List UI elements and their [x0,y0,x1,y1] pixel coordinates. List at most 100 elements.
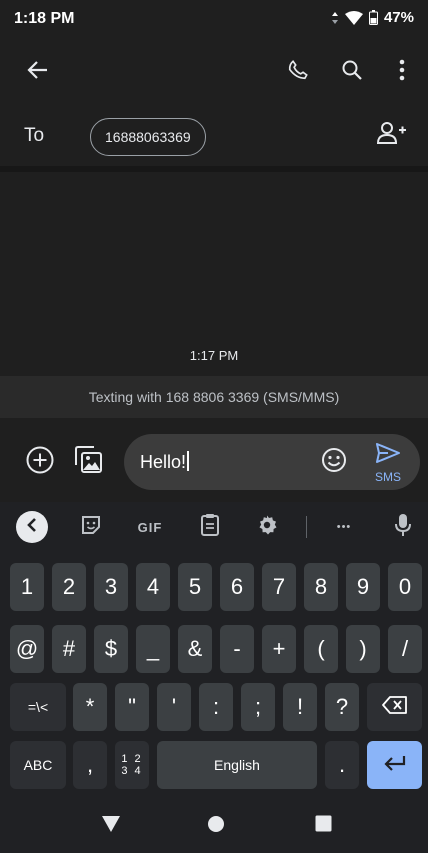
numpad-bottom: 3 4 [121,765,143,777]
enter-key[interactable] [367,741,422,789]
messages-screen: 1:18 PM 47% To 16888063369 1:17 PM Texti… [0,0,428,853]
key-5[interactable]: 5 [178,563,212,611]
numpad-key[interactable]: 1 2 3 4 [115,741,149,789]
more-horiz-icon: ••• [336,521,352,533]
key-dollar[interactable]: $ [94,625,128,673]
toolbar-divider [306,516,307,538]
sticker-button[interactable] [74,510,108,544]
key-2[interactable]: 2 [52,563,86,611]
back-chevron-icon [26,517,38,537]
clipboard-icon [200,513,220,542]
key-1[interactable]: 1 [10,563,44,611]
key-period[interactable]: . [325,741,359,789]
search-button[interactable] [332,52,372,92]
more-options-button[interactable] [382,52,422,92]
keyboard-toolbar: GIF ••• [0,502,428,552]
text-cursor [187,451,189,471]
settings-icon [256,514,278,541]
key-8[interactable]: 8 [304,563,338,611]
space-key[interactable]: English [157,741,317,789]
mic-icon [394,513,412,542]
key-underscore[interactable]: _ [136,625,170,673]
recipient-chip[interactable]: 16888063369 [90,118,206,156]
key-7[interactable]: 7 [262,563,296,611]
send-icon [375,442,401,469]
status-time: 1:18 PM [14,10,75,27]
keyboard-back-button[interactable] [16,511,48,543]
battery-icon [368,10,378,25]
send-sms-button[interactable]: SMS [368,442,408,486]
key-question[interactable]: ? [325,683,359,731]
call-button[interactable] [278,52,318,92]
key-6[interactable]: 6 [220,563,254,611]
sticker-icon [80,514,102,541]
key-semicolon[interactable]: ; [241,683,275,731]
add-circle-icon [25,445,55,480]
clipboard-button[interactable] [193,510,227,544]
message-timestamp: 1:17 PM [189,348,239,363]
voice-input-button[interactable] [386,510,420,544]
nav-back-button[interactable] [98,813,124,839]
texting-with-banner: Texting with 168 8806 3369 (SMS/MMS) [0,376,428,418]
app-bar [0,40,428,104]
key-ampersand[interactable]: & [178,625,212,673]
keyboard-settings-button[interactable] [250,510,284,544]
key-double-quote[interactable]: " [115,683,149,731]
message-value: Hello! [140,452,187,472]
search-icon [341,59,363,86]
key-close-paren[interactable]: ) [346,625,380,673]
wifi-icon [344,10,363,25]
key-slash[interactable]: / [388,625,422,673]
recipient-row: To 16888063369 [0,104,428,166]
back-arrow-icon [27,59,49,86]
status-bar: 1:18 PM 47% [0,0,428,40]
more-vert-icon [399,59,405,86]
backspace-icon [381,694,408,720]
gif-icon: GIF [137,519,163,535]
battery-percent: 47% [383,9,414,26]
key-minus[interactable]: - [220,625,254,673]
gif-button[interactable]: GIF [130,510,170,544]
data-arrows-icon [331,11,339,24]
key-4[interactable]: 4 [136,563,170,611]
key-hash[interactable]: # [52,625,86,673]
gallery-icon [73,445,103,480]
key-open-paren[interactable]: ( [304,625,338,673]
key-asterisk[interactable]: * [73,683,107,731]
nav-recents-button[interactable] [310,813,336,839]
status-icons: 47% [331,9,414,26]
back-button[interactable] [18,52,58,92]
home-circle-icon [207,815,225,838]
conversation-area: 1:17 PM [0,172,428,376]
key-more-symbols[interactable]: =\< [10,683,66,731]
numpad-top: 1 2 [121,753,143,765]
more-tools-button[interactable]: ••• [324,510,364,544]
key-0[interactable]: 0 [388,563,422,611]
key-exclamation[interactable]: ! [283,683,317,731]
add-person-icon [376,121,407,150]
backspace-key[interactable] [367,683,422,731]
key-3[interactable]: 3 [94,563,128,611]
emoji-icon [321,447,347,478]
message-text: Hello! [140,451,189,473]
back-triangle-icon [101,815,121,838]
key-plus[interactable]: + [262,625,296,673]
phone-icon [287,59,309,86]
enter-icon [383,752,407,778]
key-comma[interactable]: , [73,741,107,789]
key-at[interactable]: @ [10,625,44,673]
navigation-bar [0,797,428,853]
send-type-label: SMS [374,470,401,484]
add-attachment-button[interactable] [20,442,60,482]
emoji-button[interactable] [318,446,350,478]
abc-key[interactable]: ABC [10,741,66,789]
key-9[interactable]: 9 [346,563,380,611]
nav-home-button[interactable] [203,813,229,839]
composer: Hello! SMS [0,418,428,502]
recents-square-icon [315,815,332,837]
gallery-button[interactable] [68,442,108,482]
to-label: To [24,125,45,146]
add-recipient-button[interactable] [372,117,412,153]
key-colon[interactable]: : [199,683,233,731]
key-single-quote[interactable]: ' [157,683,191,731]
